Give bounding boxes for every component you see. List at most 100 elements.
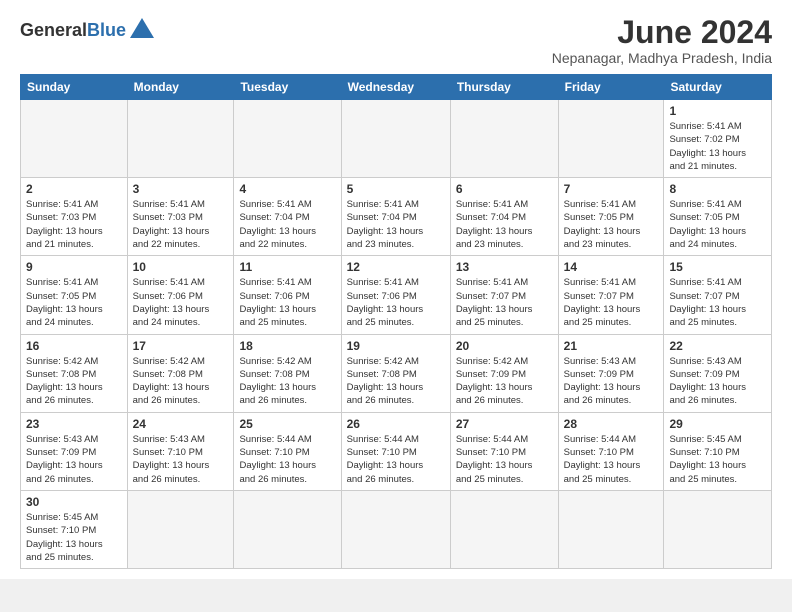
day-info: Sunrise: 5:41 AM Sunset: 7:07 PM Dayligh…: [564, 276, 659, 329]
table-row: [341, 490, 450, 568]
day-number: 1: [669, 104, 766, 118]
table-row: 20Sunrise: 5:42 AM Sunset: 7:09 PM Dayli…: [450, 334, 558, 412]
day-number: 5: [347, 182, 445, 196]
day-number: 23: [26, 417, 122, 431]
table-row: 30Sunrise: 5:45 AM Sunset: 7:10 PM Dayli…: [21, 490, 128, 568]
calendar-week-row: 16 Sunrise: 5:42 AM Sunset: 7:08 PM Dayli…: [21, 334, 772, 412]
table-row: 16 Sunrise: 5:42 AM Sunset: 7:08 PM Dayli…: [21, 334, 128, 412]
calendar-week-row: 23Sunrise: 5:43 AM Sunset: 7:09 PM Dayli…: [21, 412, 772, 490]
day-info: Sunrise: 5:41 AM Sunset: 7:02 PM Dayligh…: [669, 120, 766, 173]
table-row: 28 Sunrise: 5:44 AM Sunset: 7:10 PM Dayli…: [558, 412, 664, 490]
table-row: 25 Sunrise: 5:44 AM Sunset: 7:10 PM Dayli…: [234, 412, 341, 490]
day-info: Sunrise: 5:42 AM Sunset: 7:08 PM Dayligh…: [133, 355, 229, 408]
col-wednesday: Wednesday: [341, 75, 450, 100]
table-row: [127, 490, 234, 568]
day-info: Sunrise: 5:41 AM Sunset: 7:07 PM Dayligh…: [456, 276, 553, 329]
day-info: Sunrise: 5:43 AM Sunset: 7:09 PM Dayligh…: [669, 355, 766, 408]
day-info: Sunrise: 5:41 AM Sunset: 7:05 PM Dayligh…: [26, 276, 122, 329]
calendar-header-row: Sunday Monday Tuesday Wednesday Thursday…: [21, 75, 772, 100]
table-row: [21, 100, 128, 178]
day-info: Sunrise: 5:41 AM Sunset: 7:07 PM Dayligh…: [669, 276, 766, 329]
table-row: 26 Sunrise: 5:44 AM Sunset: 7:10 PM Dayli…: [341, 412, 450, 490]
table-row: 1 Sunrise: 5:41 AM Sunset: 7:02 PM Daylig…: [664, 100, 772, 178]
day-number: 28: [564, 417, 659, 431]
day-number: 11: [239, 260, 335, 274]
table-row: 29Sunrise: 5:45 AM Sunset: 7:10 PM Dayli…: [664, 412, 772, 490]
day-number: 2: [26, 182, 122, 196]
calendar-week-row: 9Sunrise: 5:41 AM Sunset: 7:05 PM Daylig…: [21, 256, 772, 334]
logo-icon: [128, 16, 156, 44]
calendar-week-row: 30Sunrise: 5:45 AM Sunset: 7:10 PM Dayli…: [21, 490, 772, 568]
day-number: 26: [347, 417, 445, 431]
col-sunday: Sunday: [21, 75, 128, 100]
day-number: 16: [26, 339, 122, 353]
day-number: 6: [456, 182, 553, 196]
calendar-week-row: 1 Sunrise: 5:41 AM Sunset: 7:02 PM Daylig…: [21, 100, 772, 178]
day-info: Sunrise: 5:41 AM Sunset: 7:05 PM Dayligh…: [564, 198, 659, 251]
table-row: 7 Sunrise: 5:41 AM Sunset: 7:05 PM Daylig…: [558, 178, 664, 256]
day-number: 17: [133, 339, 229, 353]
month-title: June 2024: [552, 16, 772, 48]
day-number: 22: [669, 339, 766, 353]
day-info: Sunrise: 5:45 AM Sunset: 7:10 PM Dayligh…: [26, 511, 122, 564]
table-row: 18Sunrise: 5:42 AM Sunset: 7:08 PM Dayli…: [234, 334, 341, 412]
day-info: Sunrise: 5:41 AM Sunset: 7:04 PM Dayligh…: [456, 198, 553, 251]
day-info: Sunrise: 5:42 AM Sunset: 7:08 PM Dayligh…: [26, 355, 122, 408]
day-number: 25: [239, 417, 335, 431]
day-info: Sunrise: 5:44 AM Sunset: 7:10 PM Dayligh…: [456, 433, 553, 486]
day-number: 13: [456, 260, 553, 274]
day-number: 19: [347, 339, 445, 353]
header: GeneralBlue June 2024 Nepanagar, Madhya …: [20, 16, 772, 66]
table-row: [234, 100, 341, 178]
table-row: 4 Sunrise: 5:41 AM Sunset: 7:04 PM Daylig…: [234, 178, 341, 256]
day-number: 8: [669, 182, 766, 196]
day-number: 18: [239, 339, 335, 353]
col-saturday: Saturday: [664, 75, 772, 100]
table-row: 3 Sunrise: 5:41 AM Sunset: 7:03 PM Daylig…: [127, 178, 234, 256]
table-row: [234, 490, 341, 568]
table-row: [558, 100, 664, 178]
logo: GeneralBlue: [20, 16, 156, 44]
day-info: Sunrise: 5:42 AM Sunset: 7:08 PM Dayligh…: [347, 355, 445, 408]
table-row: 2Sunrise: 5:41 AM Sunset: 7:03 PM Daylig…: [21, 178, 128, 256]
calendar-week-row: 2 Sunrise: 5:41 AM Sunset: 7:03 PM Daylig…: [21, 178, 772, 256]
table-row: 11Sunrise: 5:41 AM Sunset: 7:06 PM Dayli…: [234, 256, 341, 334]
day-info: Sunrise: 5:44 AM Sunset: 7:10 PM Dayligh…: [239, 433, 335, 486]
table-row: 22 Sunrise: 5:43 AM Sunset: 7:09 PM Dayli…: [664, 334, 772, 412]
day-info: Sunrise: 5:41 AM Sunset: 7:04 PM Dayligh…: [239, 198, 335, 251]
day-info: Sunrise: 5:41 AM Sunset: 7:06 PM Dayligh…: [347, 276, 445, 329]
table-row: 8Sunrise: 5:41 AM Sunset: 7:05 PM Daylig…: [664, 178, 772, 256]
day-number: 12: [347, 260, 445, 274]
table-row: 21Sunrise: 5:43 AM Sunset: 7:09 PM Dayli…: [558, 334, 664, 412]
table-row: 10 Sunrise: 5:41 AM Sunset: 7:06 PM Dayli…: [127, 256, 234, 334]
table-row: 6 Sunrise: 5:41 AM Sunset: 7:04 PM Daylig…: [450, 178, 558, 256]
logo-general: General: [20, 20, 87, 40]
day-info: Sunrise: 5:44 AM Sunset: 7:10 PM Dayligh…: [564, 433, 659, 486]
day-number: 24: [133, 417, 229, 431]
day-number: 4: [239, 182, 335, 196]
table-row: [664, 490, 772, 568]
day-info: Sunrise: 5:41 AM Sunset: 7:04 PM Dayligh…: [347, 198, 445, 251]
day-number: 10: [133, 260, 229, 274]
calendar-table: Sunday Monday Tuesday Wednesday Thursday…: [20, 74, 772, 569]
day-number: 14: [564, 260, 659, 274]
day-info: Sunrise: 5:41 AM Sunset: 7:06 PM Dayligh…: [133, 276, 229, 329]
col-monday: Monday: [127, 75, 234, 100]
day-info: Sunrise: 5:41 AM Sunset: 7:03 PM Dayligh…: [133, 198, 229, 251]
day-number: 20: [456, 339, 553, 353]
table-row: 13 Sunrise: 5:41 AM Sunset: 7:07 PM Dayli…: [450, 256, 558, 334]
day-number: 3: [133, 182, 229, 196]
table-row: 19 Sunrise: 5:42 AM Sunset: 7:08 PM Dayli…: [341, 334, 450, 412]
day-number: 15: [669, 260, 766, 274]
table-row: 24Sunrise: 5:43 AM Sunset: 7:10 PM Dayli…: [127, 412, 234, 490]
table-row: [127, 100, 234, 178]
table-row: 9Sunrise: 5:41 AM Sunset: 7:05 PM Daylig…: [21, 256, 128, 334]
location: Nepanagar, Madhya Pradesh, India: [552, 50, 772, 66]
col-friday: Friday: [558, 75, 664, 100]
table-row: 14 Sunrise: 5:41 AM Sunset: 7:07 PM Dayli…: [558, 256, 664, 334]
day-info: Sunrise: 5:44 AM Sunset: 7:10 PM Dayligh…: [347, 433, 445, 486]
table-row: 23Sunrise: 5:43 AM Sunset: 7:09 PM Dayli…: [21, 412, 128, 490]
table-row: [558, 490, 664, 568]
day-number: 7: [564, 182, 659, 196]
table-row: [341, 100, 450, 178]
